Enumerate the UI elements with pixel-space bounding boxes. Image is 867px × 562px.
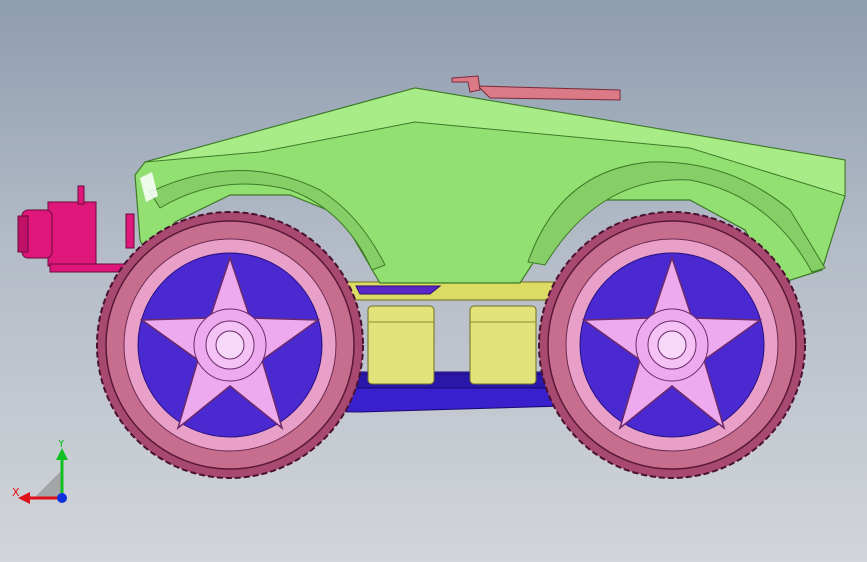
motor-left (367, 305, 435, 385)
y-axis-label: Y (57, 440, 65, 450)
motor-right (469, 305, 537, 385)
x-axis-label: X (12, 486, 20, 499)
rear-wheel (538, 211, 806, 479)
control-board (476, 85, 621, 101)
robot-car-model[interactable] (0, 0, 867, 562)
orientation-triad[interactable]: Y X (12, 440, 82, 510)
chassis-bracket (355, 285, 442, 295)
z-axis-dot (57, 493, 67, 503)
front-sensor (17, 185, 135, 273)
board-connector (451, 75, 481, 93)
triad-plane-icon (34, 470, 62, 498)
x-axis-arrow (18, 492, 30, 504)
front-wheel (96, 211, 364, 479)
graphics-viewport[interactable]: Y X (0, 0, 867, 562)
